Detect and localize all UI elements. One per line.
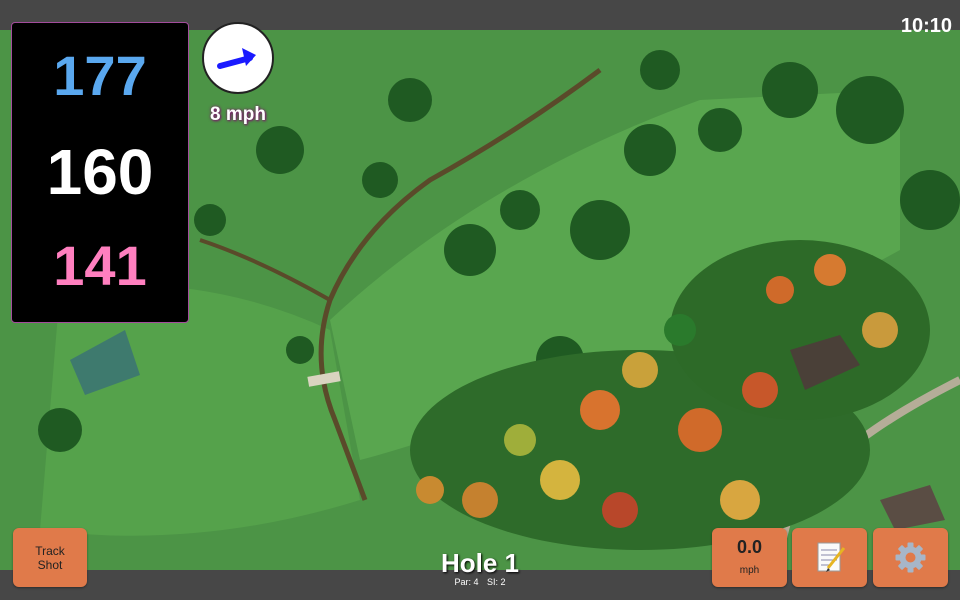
hole-info: Par: 4 SI: 2 — [380, 577, 580, 587]
distance-panel: 177 160 141 — [11, 22, 189, 323]
track-shot-button[interactable]: Track Shot — [13, 528, 87, 587]
hole-title: Hole 1 — [440, 548, 520, 578]
distance-front: 141 — [53, 234, 147, 297]
hole-par: Par: 4 — [454, 577, 479, 587]
wind-arrow-icon — [217, 48, 256, 69]
wind-speed: 8 mph — [210, 104, 266, 125]
distance-back: 177 — [53, 44, 147, 107]
hole-si: SI: 2 — [487, 577, 506, 587]
track-shot-label: Track Shot — [35, 543, 65, 572]
speed-unit: mph — [739, 565, 760, 576]
status-clock: 10:10 — [900, 15, 952, 37]
speed-value: 0.0 — [736, 537, 763, 557]
settings-button[interactable] — [873, 528, 948, 587]
speed-button[interactable]: 0.0 mph — [712, 528, 787, 587]
wind-indicator — [202, 22, 274, 94]
notes-button[interactable] — [792, 528, 867, 587]
distance-middle: 160 — [46, 136, 154, 208]
gear-icon — [895, 542, 926, 573]
notepad-icon — [817, 542, 846, 572]
